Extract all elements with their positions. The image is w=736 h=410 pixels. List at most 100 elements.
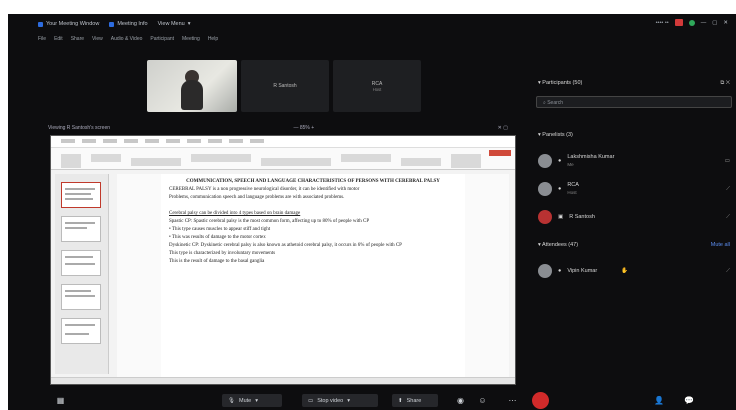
search-icon: ⌕ — [543, 100, 546, 106]
person-body — [181, 80, 203, 110]
title-item-2[interactable]: View Menu ▾ — [158, 21, 191, 27]
panelist-name: R Santosh — [569, 213, 595, 220]
hand-icon: ✋ — [621, 268, 629, 274]
slide-line — [169, 202, 457, 210]
slide-line: Dyskinetic CP: Dyskinetic cerebral palsy… — [169, 243, 402, 248]
panelist-role: Me — [567, 162, 574, 167]
menu-view[interactable]: View — [92, 36, 103, 42]
stop-video-label: Stop video — [317, 397, 344, 404]
menu-share[interactable]: Share — [71, 36, 84, 42]
participants-header[interactable]: ▾ Participants (50) — [538, 80, 582, 86]
attendee-row[interactable]: ● Vipin Kumar ✋ ⟋ — [538, 262, 730, 280]
panelist-name: RCA — [567, 182, 579, 188]
meeting-toolbar: ▦ 🎙 Mute ▾ ▭ Stop video ▾ ⬆ Share ◉ ☺ ⋯ 👤 💬 — [8, 391, 736, 410]
slide-line: This is the result of damage to the basa… — [169, 259, 265, 264]
chat-icon[interactable]: 💬 — [684, 396, 694, 405]
attendees-header[interactable]: ▾ Attendees (47) — [538, 242, 578, 248]
mic-muted-icon[interactable]: ⟋ — [726, 268, 730, 275]
panelists-title: Panelists (3) — [542, 132, 573, 138]
panelist-row[interactable]: ▣ R Santosh ⟋ — [538, 208, 730, 226]
menu-bar: File Edit Share View Audio & Video Parti… — [38, 36, 218, 42]
search-placeholder: Search — [547, 100, 564, 106]
mic-muted-icon[interactable]: ⟋ — [726, 186, 730, 193]
panelist-name: Lakshmisha Kumar — [567, 154, 615, 160]
layout-icon[interactable]: ▦ — [56, 396, 65, 405]
slide-thumb[interactable] — [61, 284, 101, 310]
panelists-header[interactable]: ▾ Panelists (3) — [538, 132, 573, 138]
share-icon: ⬆ — [398, 397, 403, 404]
close-icon[interactable]: ✕ — [723, 20, 728, 26]
mic-icon: ● — [558, 268, 562, 274]
slide[interactable]: COMMUNICATION, SPEECH AND LANGUAGE CHARA… — [161, 174, 465, 380]
menu-audio-video[interactable]: Audio & Video — [111, 36, 143, 42]
title-text: Your Meeting Window — [46, 21, 100, 27]
share-record-button[interactable] — [489, 150, 511, 156]
info-icon — [109, 21, 115, 27]
slide-line: • This was results of damage to the moto… — [169, 235, 266, 240]
mute-button[interactable]: 🎙 Mute ▾ — [222, 394, 282, 407]
participants-title: Participants (50) — [542, 80, 583, 86]
search-input[interactable]: ⌕ Search — [536, 96, 732, 108]
leave-button[interactable] — [532, 392, 549, 409]
record-icon[interactable]: ◉ — [456, 396, 465, 405]
title-item-1[interactable]: Meeting Info — [109, 21, 148, 27]
slide-title: COMMUNICATION, SPEECH AND LANGUAGE CHARA… — [186, 179, 440, 184]
mic-icon: 🎙 — [228, 397, 235, 404]
slide-line: Cerebral palsy can be divided into 4 typ… — [169, 211, 301, 216]
zoom-control[interactable]: — 85% + — [293, 125, 314, 131]
video-tile-rca[interactable]: RCA Host — [333, 60, 421, 112]
participants-panel: ▾ Participants (50) ⧉ ✕ ⌕ Search ▾ Panel… — [532, 66, 736, 396]
meeting-window: Your Meeting Window Meeting Info View Me… — [8, 14, 736, 410]
ribbon — [51, 148, 515, 170]
share-options-icon[interactable]: ✕ ▢ — [498, 125, 508, 131]
share-button[interactable]: ⬆ Share — [392, 394, 438, 407]
more-icon[interactable]: ⋯ — [508, 396, 517, 405]
shared-screen: COMMUNICATION, SPEECH AND LANGUAGE CHARA… — [50, 135, 516, 385]
chevron-down-icon: ▾ — [187, 21, 191, 27]
mute-label: Mute — [238, 397, 252, 404]
title-item-0[interactable]: Your Meeting Window — [38, 21, 99, 27]
slide-thumb[interactable] — [61, 250, 101, 276]
ribbon-tabs — [51, 136, 515, 148]
chevron-down-icon: ▾ — [347, 397, 350, 404]
mute-all-link[interactable]: Mute all — [711, 242, 730, 248]
menu-meeting[interactable]: Meeting — [182, 36, 200, 42]
maximize-icon[interactable]: ▢ — [712, 20, 717, 26]
share-label: Viewing R Santosh's screen — [48, 125, 111, 131]
avatar — [538, 154, 552, 168]
slide-line: Problems, communication speech and langu… — [169, 195, 345, 200]
window-controls: •••• •• — ▢ ✕ — [656, 19, 728, 26]
video-icon[interactable]: ▭ — [725, 158, 730, 164]
menu-participant[interactable]: Participant — [150, 36, 174, 42]
menu-file[interactable]: File — [38, 36, 46, 42]
stop-video-button[interactable]: ▭ Stop video ▾ — [302, 394, 378, 407]
menu-help[interactable]: Help — [208, 36, 218, 42]
panelist-row[interactable]: ● RCA Host ⟋ — [538, 180, 730, 198]
mic-icon: ● — [558, 158, 562, 164]
slide-thumb[interactable] — [61, 182, 101, 208]
record-icon[interactable] — [674, 19, 683, 26]
slide-thumbnails — [55, 174, 109, 374]
slide-line: CEREBRAL PALSY is a non progressive neur… — [169, 187, 360, 192]
video-tile-camera[interactable] — [147, 60, 237, 112]
avatar — [538, 264, 552, 278]
slide-thumb[interactable] — [61, 216, 101, 242]
minimize-icon[interactable]: — — [701, 20, 707, 26]
zoom-value: 85% — [299, 125, 310, 131]
slide-line: • This type causes muscles to appear sti… — [169, 227, 271, 232]
video-tile-santosh[interactable]: R Santosh — [241, 60, 329, 112]
mic-muted-icon[interactable]: ⟋ — [726, 214, 730, 221]
panel-popout-icon[interactable]: ⧉ ✕ — [720, 80, 730, 87]
slide-canvas: COMMUNICATION, SPEECH AND LANGUAGE CHARA… — [117, 174, 509, 380]
connection-icon — [688, 19, 695, 26]
panelist-row[interactable]: ● Lakshmisha Kumar Me ▭ — [538, 152, 730, 170]
mic-icon: ● — [558, 186, 562, 192]
attendee-name: Vipin Kumar — [567, 267, 598, 274]
reactions-icon[interactable]: ☺ — [478, 396, 487, 405]
status-bar — [51, 377, 515, 384]
menu-edit[interactable]: Edit — [54, 36, 63, 42]
view-menu-text: View Menu — [157, 21, 185, 27]
slide-thumb[interactable] — [61, 318, 101, 344]
participants-icon[interactable]: 👤 — [654, 396, 664, 405]
meeting-info-text: Meeting Info — [117, 21, 148, 27]
